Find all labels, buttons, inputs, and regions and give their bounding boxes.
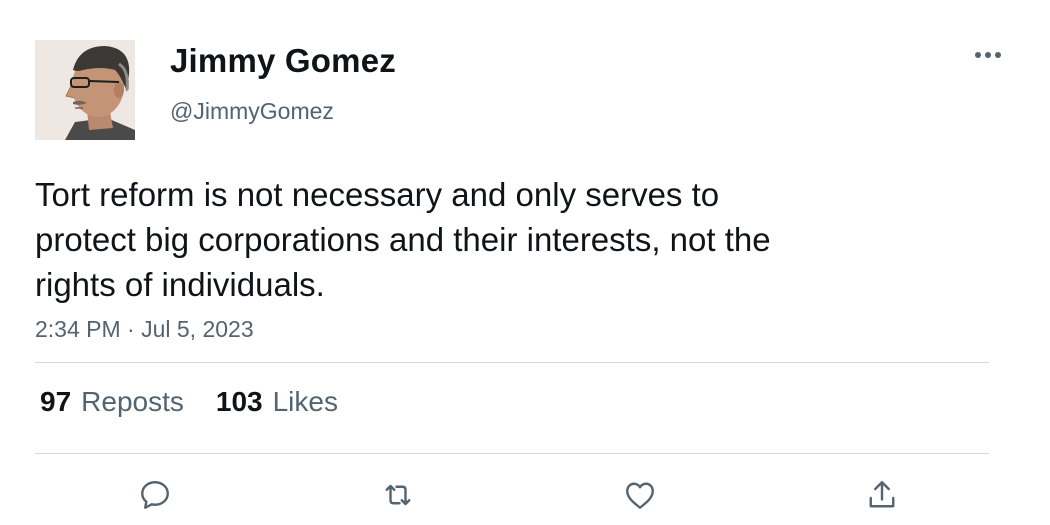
like-button[interactable] [619, 474, 661, 516]
reply-button[interactable] [134, 474, 176, 516]
engagement-stats: 97 Reposts 103 Likes [40, 386, 370, 418]
tweet-text-line: rights of individuals. [35, 266, 325, 303]
avatar-image [35, 40, 135, 140]
share-button[interactable] [861, 474, 903, 516]
repost-icon [385, 484, 411, 506]
repost-button[interactable] [377, 474, 419, 516]
tweet-text-line: protect big corporations and their inter… [35, 221, 771, 258]
tweet-timestamp[interactable]: 2:34 PM · Jul 5, 2023 [35, 316, 254, 343]
reposts-count: 97 [40, 386, 72, 417]
tweet-text: Tort reform is not necessary and only se… [35, 172, 865, 307]
tweet-text-line: Tort reform is not necessary and only se… [35, 176, 720, 213]
divider [35, 453, 989, 454]
like-icon [626, 482, 654, 509]
likes-label: Likes [272, 386, 338, 417]
likes-count: 103 [215, 386, 263, 417]
more-icon [975, 52, 1001, 58]
avatar[interactable] [35, 40, 135, 140]
author-display-name[interactable]: Jimmy Gomez [170, 42, 396, 80]
reposts-stat[interactable]: 97 Reposts [40, 386, 184, 418]
reposts-label: Reposts [81, 386, 184, 417]
author-handle[interactable]: @JimmyGomez [170, 98, 334, 125]
more-options-button[interactable] [968, 40, 1008, 70]
divider [35, 362, 989, 363]
reply-icon [141, 481, 169, 509]
share-icon [869, 481, 895, 508]
likes-stat[interactable]: 103 Likes [216, 386, 338, 418]
